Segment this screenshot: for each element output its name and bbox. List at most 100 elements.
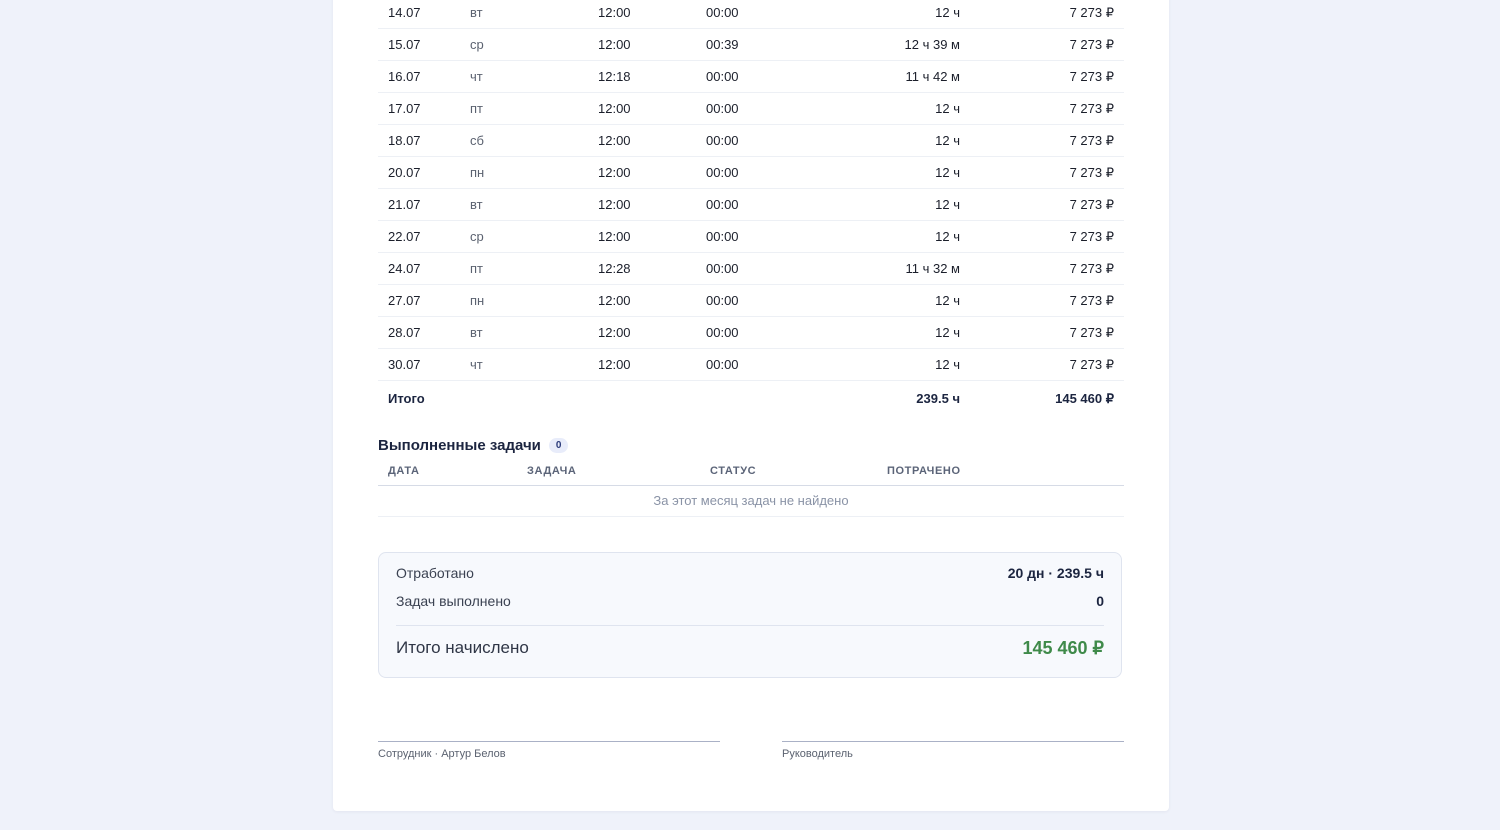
- row-hours: 11 ч 42 м: [806, 60, 960, 93]
- manager-signature-label: Руководитель: [782, 748, 853, 760]
- attendance-table: 14.07 вт 12:00 00:00 12 ч7 273 ₽15.07 ср 12:00…: [378, 0, 1124, 416]
- row-weekday: пн: [470, 156, 598, 189]
- total-pay: 145 460 ₽: [960, 380, 1124, 416]
- tasks-table: ДАТА ЗАДАЧА СТАТУС ПОТРАЧЕНО За этот мес…: [378, 462, 1124, 517]
- row-hours: 11 ч 32 м: [806, 252, 960, 285]
- row-end-time: 00:39: [706, 28, 806, 61]
- row-end-time: 00:00: [706, 220, 806, 253]
- row-pay: 7 273 ₽: [960, 284, 1124, 317]
- row-start-time: 12:00: [598, 188, 706, 221]
- row-weekday: чт: [470, 348, 598, 381]
- tasks-col-spent: ПОТРАЧЕНО: [887, 465, 961, 477]
- row-hours: 12 ч: [806, 124, 960, 157]
- summary-worked-label: Отработано: [396, 565, 474, 581]
- row-pay: 7 273 ₽: [960, 188, 1124, 221]
- table-row: 24.07 пт 12:28 00:00 11 ч 32 м7 273 ₽: [378, 252, 1124, 285]
- table-row: 28.07 вт 12:00 00:00 12 ч7 273 ₽: [378, 316, 1124, 349]
- employee-signature: Сотрудник · Артур Белов: [378, 741, 720, 760]
- row-pay: 7 273 ₽: [960, 316, 1124, 349]
- row-start-time: 12:00: [598, 28, 706, 61]
- row-date: 22.07: [378, 220, 470, 253]
- row-pay: 7 273 ₽: [960, 28, 1124, 61]
- row-start-time: 12:00: [598, 124, 706, 157]
- manager-signature: Руководитель: [782, 741, 1124, 760]
- row-end-time: 00:00: [706, 316, 806, 349]
- row-hours: 12 ч: [806, 188, 960, 221]
- row-end-time: 00:00: [706, 156, 806, 189]
- tasks-table-header: ДАТА ЗАДАЧА СТАТУС ПОТРАЧЕНО: [378, 462, 1124, 486]
- row-date: 18.07: [378, 124, 470, 157]
- row-start-time: 12:00: [598, 348, 706, 381]
- row-date: 24.07: [378, 252, 470, 285]
- row-pay: 7 273 ₽: [960, 252, 1124, 285]
- row-date: 17.07: [378, 92, 470, 125]
- row-hours: 12 ч 39 м: [806, 28, 960, 61]
- row-weekday: ср: [470, 28, 598, 61]
- manager-signature-line: [782, 741, 1124, 742]
- row-pay: 7 273 ₽: [960, 0, 1124, 29]
- table-row: 20.07 пн 12:00 00:00 12 ч7 273 ₽: [378, 156, 1124, 189]
- row-start-time: 12:28: [598, 252, 706, 285]
- table-row: 16.07 чт 12:18 00:00 11 ч 42 м7 273 ₽: [378, 60, 1124, 93]
- table-row: 18.07 сб 12:00 00:00 12 ч7 273 ₽: [378, 124, 1124, 157]
- row-end-time: 00:00: [706, 0, 806, 29]
- tasks-col-task: ЗАДАЧА: [527, 465, 577, 477]
- summary-tasks-row: Задач выполнено 0: [396, 589, 1104, 613]
- row-pay: 7 273 ₽: [960, 92, 1124, 125]
- row-date: 27.07: [378, 284, 470, 317]
- tasks-count-badge: 0: [548, 438, 569, 453]
- row-pay: 7 273 ₽: [960, 348, 1124, 381]
- tasks-title-text: Выполненные задачи: [378, 437, 541, 454]
- row-weekday: чт: [470, 60, 598, 93]
- row-hours: 12 ч: [806, 0, 960, 29]
- row-date: 16.07: [378, 60, 470, 93]
- row-pay: 7 273 ₽: [960, 220, 1124, 253]
- row-end-time: 00:00: [706, 92, 806, 125]
- row-weekday: пт: [470, 252, 598, 285]
- row-hours: 12 ч: [806, 284, 960, 317]
- table-row: 21.07 вт 12:00 00:00 12 ч7 273 ₽: [378, 188, 1124, 221]
- summary-total-value: 145 460 ₽: [1022, 637, 1104, 658]
- employee-signature-label: Сотрудник · Артур Белов: [378, 748, 506, 760]
- row-start-time: 12:00: [598, 92, 706, 125]
- row-hours: 12 ч: [806, 348, 960, 381]
- row-end-time: 00:00: [706, 188, 806, 221]
- tasks-col-status: СТАТУС: [710, 465, 757, 477]
- row-date: 14.07: [378, 0, 470, 29]
- row-pay: 7 273 ₽: [960, 124, 1124, 157]
- summary-total-label: Итого начислено: [396, 638, 529, 657]
- attendance-total-row: Итого 239.5 ч 145 460 ₽: [378, 380, 1124, 416]
- row-weekday: вт: [470, 316, 598, 349]
- row-date: 30.07: [378, 348, 470, 381]
- row-date: 15.07: [378, 28, 470, 61]
- summary-divider: [396, 625, 1104, 626]
- row-end-time: 00:00: [706, 60, 806, 93]
- row-start-time: 12:00: [598, 284, 706, 317]
- row-end-time: 00:00: [706, 284, 806, 317]
- row-end-time: 00:00: [706, 124, 806, 157]
- summary-tasks-label: Задач выполнено: [396, 593, 511, 609]
- table-row: 22.07 ср 12:00 00:00 12 ч7 273 ₽: [378, 220, 1124, 253]
- summary-worked-value: 20 дн · 239.5 ч: [1007, 565, 1104, 581]
- tasks-col-date: ДАТА: [388, 465, 420, 477]
- row-weekday: ср: [470, 220, 598, 253]
- attendance-table-wrapper: 14.07 вт 12:00 00:00 12 ч7 273 ₽15.07 ср 12:00…: [378, 0, 1124, 416]
- table-row: 30.07 чт 12:00 00:00 12 ч7 273 ₽: [378, 348, 1124, 381]
- row-weekday: вт: [470, 0, 598, 29]
- summary-worked-row: Отработано 20 дн · 239.5 ч: [396, 561, 1104, 585]
- row-start-time: 12:00: [598, 156, 706, 189]
- row-hours: 12 ч: [806, 156, 960, 189]
- summary-card: Отработано 20 дн · 239.5 ч Задач выполне…: [378, 552, 1122, 678]
- row-weekday: пн: [470, 284, 598, 317]
- row-hours: 12 ч: [806, 92, 960, 125]
- row-start-time: 12:00: [598, 316, 706, 349]
- tasks-section-title: Выполненные задачи 0: [378, 437, 569, 454]
- row-start-time: 12:00: [598, 220, 706, 253]
- attendance-table-body: 14.07 вт 12:00 00:00 12 ч7 273 ₽15.07 ср 12:00…: [378, 0, 1124, 381]
- table-row: 17.07 пт 12:00 00:00 12 ч7 273 ₽: [378, 92, 1124, 125]
- row-start-time: 12:00: [598, 0, 706, 29]
- table-row: 15.07 ср 12:00 00:39 12 ч 39 м7 273 ₽: [378, 28, 1124, 61]
- row-date: 28.07: [378, 316, 470, 349]
- row-pay: 7 273 ₽: [960, 156, 1124, 189]
- row-date: 20.07: [378, 156, 470, 189]
